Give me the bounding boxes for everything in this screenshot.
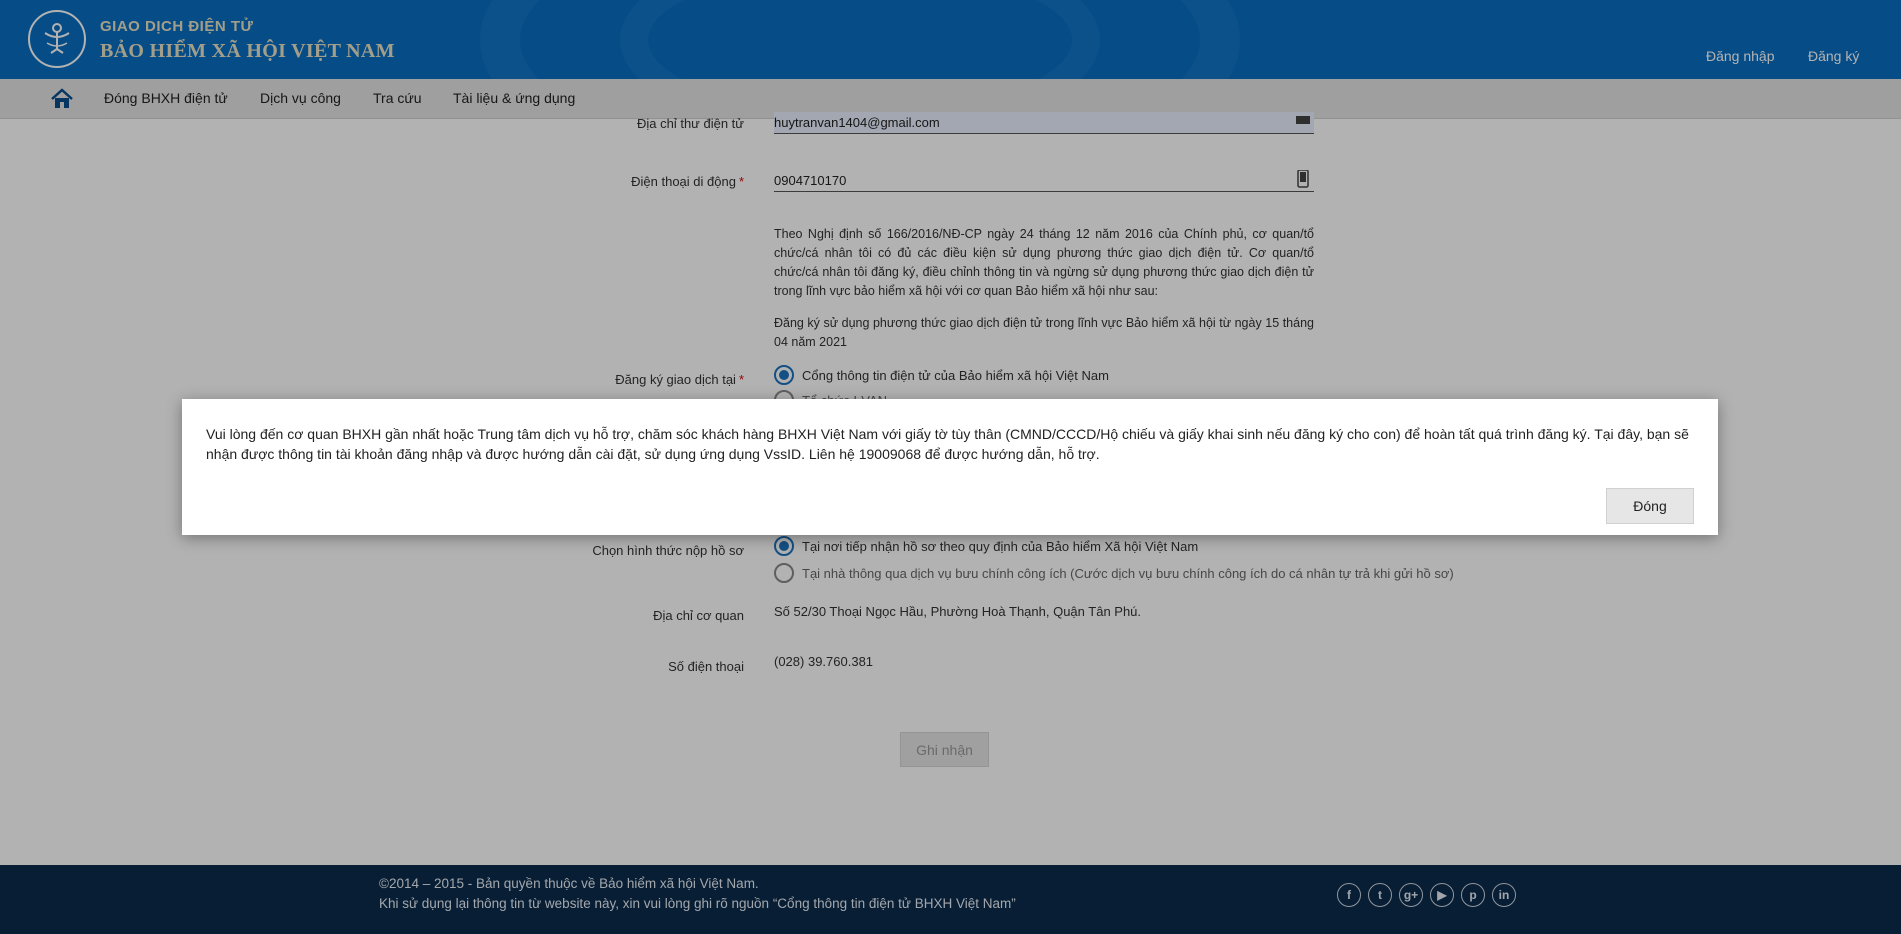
close-button[interactable]: Đóng (1606, 488, 1694, 524)
info-dialog: Vui lòng đến cơ quan BHXH gần nhất hoặc … (182, 399, 1718, 535)
dialog-message: Vui lòng đến cơ quan BHXH gần nhất hoặc … (206, 426, 1689, 462)
